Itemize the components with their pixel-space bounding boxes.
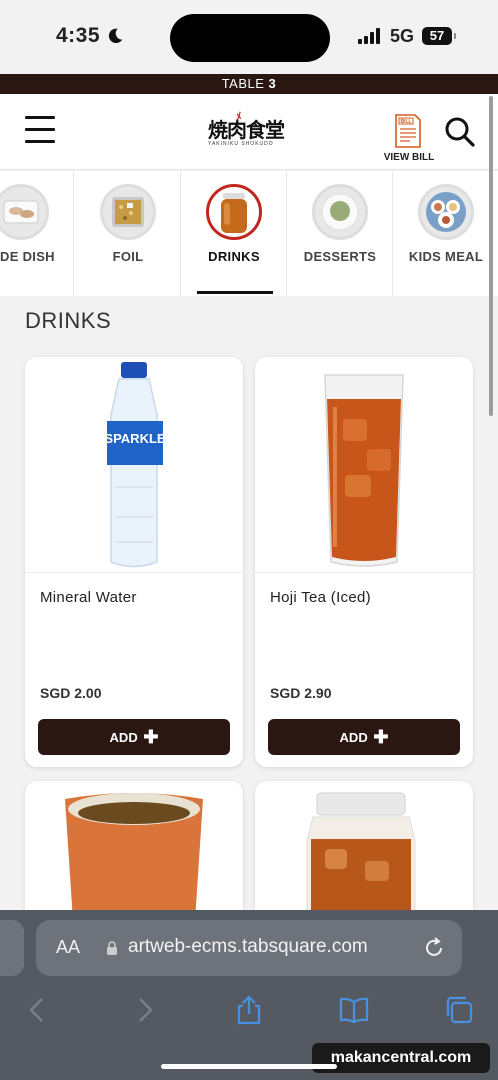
add-button[interactable]: ADD ✚ [268,719,460,755]
share-icon[interactable] [233,994,265,1026]
flame-icon: ﾒ [236,111,242,123]
signal-icon [358,28,382,44]
svg-text:SPARKLE: SPARKLE [104,431,165,446]
tab-drinks[interactable]: DRINKS [181,171,287,296]
tab-side-dish[interactable]: SIDE DISH [0,171,74,296]
product-price: SGD 2.90 [270,685,332,701]
browser-nav-row [0,990,498,1030]
side-dish-thumb-icon [0,184,49,240]
menu-icon[interactable] [25,116,55,146]
bookmarks-icon[interactable] [338,994,370,1026]
foil-thumb-icon [100,184,156,240]
add-label: ADD [109,730,138,745]
table-number: 3 [268,76,277,91]
svg-text:BILL: BILL [400,119,411,125]
product-name: Mineral Water [40,589,137,606]
reload-icon[interactable] [422,936,446,960]
view-bill-label: VIEW BILL [383,152,435,163]
scrollbar[interactable] [489,96,493,416]
battery-icon: 57 [422,27,456,45]
forward-icon[interactable] [128,994,160,1026]
status-time: 4:35 [56,24,101,47]
desserts-thumb-icon [312,184,368,240]
drinks-thumb-icon [206,184,262,240]
tab-foil[interactable]: FOIL [75,171,181,296]
tab-desserts[interactable]: DESSERTS [287,171,393,296]
add-button[interactable]: ADD ✚ [38,719,230,755]
tab-kids-meal[interactable]: KIDS MEAL [393,171,498,296]
search-icon[interactable] [444,116,476,148]
home-indicator[interactable] [161,1064,337,1069]
product-card-mineral-water[interactable]: SPARKLE Mineral Water SGD 2.00 ADD ✚ [25,357,243,767]
add-label: ADD [339,730,368,745]
product-card-jar-drink[interactable] [255,781,473,921]
table-prefix: TABLE [221,76,265,91]
logo-text: 焼肉食堂 [208,118,285,142]
reader-settings-button[interactable]: AA [56,937,80,958]
status-bar: 4:35 5G 57 [0,0,498,74]
tabs-icon[interactable] [443,994,475,1026]
hot-tea-cup-icon [65,793,203,921]
tab-label: KIDS MEAL [408,249,484,264]
moon-icon [108,28,123,44]
watermark: makancentral.com [312,1043,490,1073]
product-price: SGD 2.00 [40,685,102,701]
previous-tab-preview[interactable] [0,920,24,976]
address-bar[interactable]: AA artweb-ecms.tabsquare.com [36,920,462,976]
product-card-hot-tea[interactable] [25,781,243,921]
product-card-hoji-tea-iced[interactable]: Hoji Tea (Iced) SGD 2.90 ADD ✚ [255,357,473,767]
bill-icon: BILL [395,114,421,148]
back-icon[interactable] [22,994,54,1026]
restaurant-logo: ﾒ 焼肉食堂 YAKINIKU SHOKUDO [208,111,292,152]
active-tab-indicator [197,291,273,294]
dynamic-island [170,14,330,62]
product-name: Hoji Tea (Iced) [270,589,371,606]
water-bottle-icon: SPARKLE [104,362,166,568]
iced-tea-glass-icon [324,374,404,567]
app-header: ﾒ 焼肉食堂 YAKINIKU SHOKUDO BILL VIEW BILL [0,94,498,170]
category-tabs: SIDE DISH FOIL DRINKS DESSERTS KIDS MEAL [0,171,498,296]
product-image [255,357,473,573]
plus-icon: ✚ [143,727,159,747]
network-label: 5G [390,26,415,46]
kids-meal-thumb-icon [418,184,474,240]
lock-icon [107,941,117,955]
plus-icon: ✚ [373,727,389,747]
section-title: DRINKS [25,308,112,333]
mason-jar-icon [306,792,416,921]
view-bill-button[interactable]: BILL VIEW BILL [378,112,440,168]
url-text: artweb-ecms.tabsquare.com [128,936,368,957]
product-image: SPARKLE [25,357,243,573]
table-banner: TABLE 3 [0,74,498,94]
